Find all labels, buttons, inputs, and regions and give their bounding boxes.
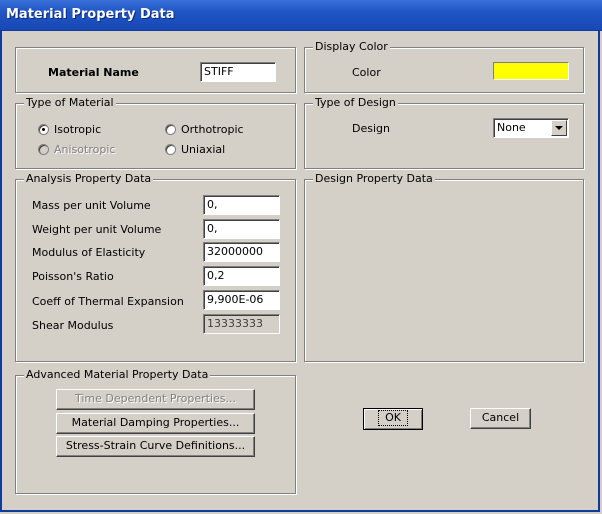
poissons-ratio-input[interactable]: 0,2 [203,266,280,286]
uniaxial-radio[interactable] [165,144,176,155]
weight-per-volume-input[interactable]: 0, [203,219,280,239]
anisotropic-label: Anisotropic [54,143,116,156]
mass-per-volume-input[interactable]: 0, [203,195,280,215]
design-property-group: Design Property Data [304,172,584,362]
orthotropic-radio[interactable] [165,124,176,135]
design-select-value: None [497,121,526,134]
type-of-material-legend: Type of Material [24,96,116,109]
title-bar[interactable]: Material Property Data [0,0,602,31]
type-of-material-group: Type of Material Isotropic Orthotropic A… [15,96,296,169]
display-color-legend: Display Color [313,40,390,53]
analysis-property-legend: Analysis Property Data [24,172,154,185]
isotropic-label[interactable]: Isotropic [54,123,101,136]
design-select[interactable]: None [493,118,569,138]
chevron-down-icon[interactable] [551,120,567,136]
material-name-group: Material Name STIFF [15,47,296,93]
mass-per-volume-label: Mass per unit Volume [32,199,151,212]
material-damping-properties-button[interactable]: Material Damping Properties... [56,413,255,434]
advanced-property-group: Advanced Material Property Data Time Dep… [15,368,296,494]
advanced-property-legend: Advanced Material Property Data [24,368,211,381]
modulus-of-elasticity-input[interactable]: 32000000 [203,242,280,262]
color-swatch[interactable] [493,62,569,80]
type-of-design-group: Type of Design Design None [304,96,584,169]
shear-modulus-label: Shear Modulus [32,319,114,332]
poissons-ratio-label: Poisson's Ratio [32,270,114,283]
display-color-group: Display Color Color [304,40,584,93]
shear-modulus-value: 13333333 [203,314,280,334]
analysis-property-group: Analysis Property Data Mass per unit Vol… [15,172,296,362]
stress-strain-curve-button[interactable]: Stress-Strain Curve Definitions... [56,436,255,457]
anisotropic-radio [38,144,49,155]
color-label: Color [352,66,381,79]
time-dependent-properties-button: Time Dependent Properties... [56,389,255,410]
material-name-input[interactable]: STIFF [200,62,276,82]
weight-per-volume-label: Weight per unit Volume [32,223,162,236]
orthotropic-label[interactable]: Orthotropic [181,123,244,136]
ok-button[interactable]: OK [363,408,423,430]
material-name-label: Material Name [48,66,139,79]
modulus-of-elasticity-label: Modulus of Elasticity [32,246,146,259]
type-of-design-legend: Type of Design [313,96,398,109]
cancel-button[interactable]: Cancel [470,408,531,429]
isotropic-radio[interactable] [38,124,49,135]
thermal-expansion-label: Coeff of Thermal Expansion [32,295,184,308]
ok-button-label: OK [378,410,408,426]
thermal-expansion-input[interactable]: 9,900E-06 [203,290,280,310]
uniaxial-label[interactable]: Uniaxial [181,143,225,156]
design-property-legend: Design Property Data [313,172,435,185]
design-label: Design [352,122,390,135]
window-title: Material Property Data [6,7,175,22]
